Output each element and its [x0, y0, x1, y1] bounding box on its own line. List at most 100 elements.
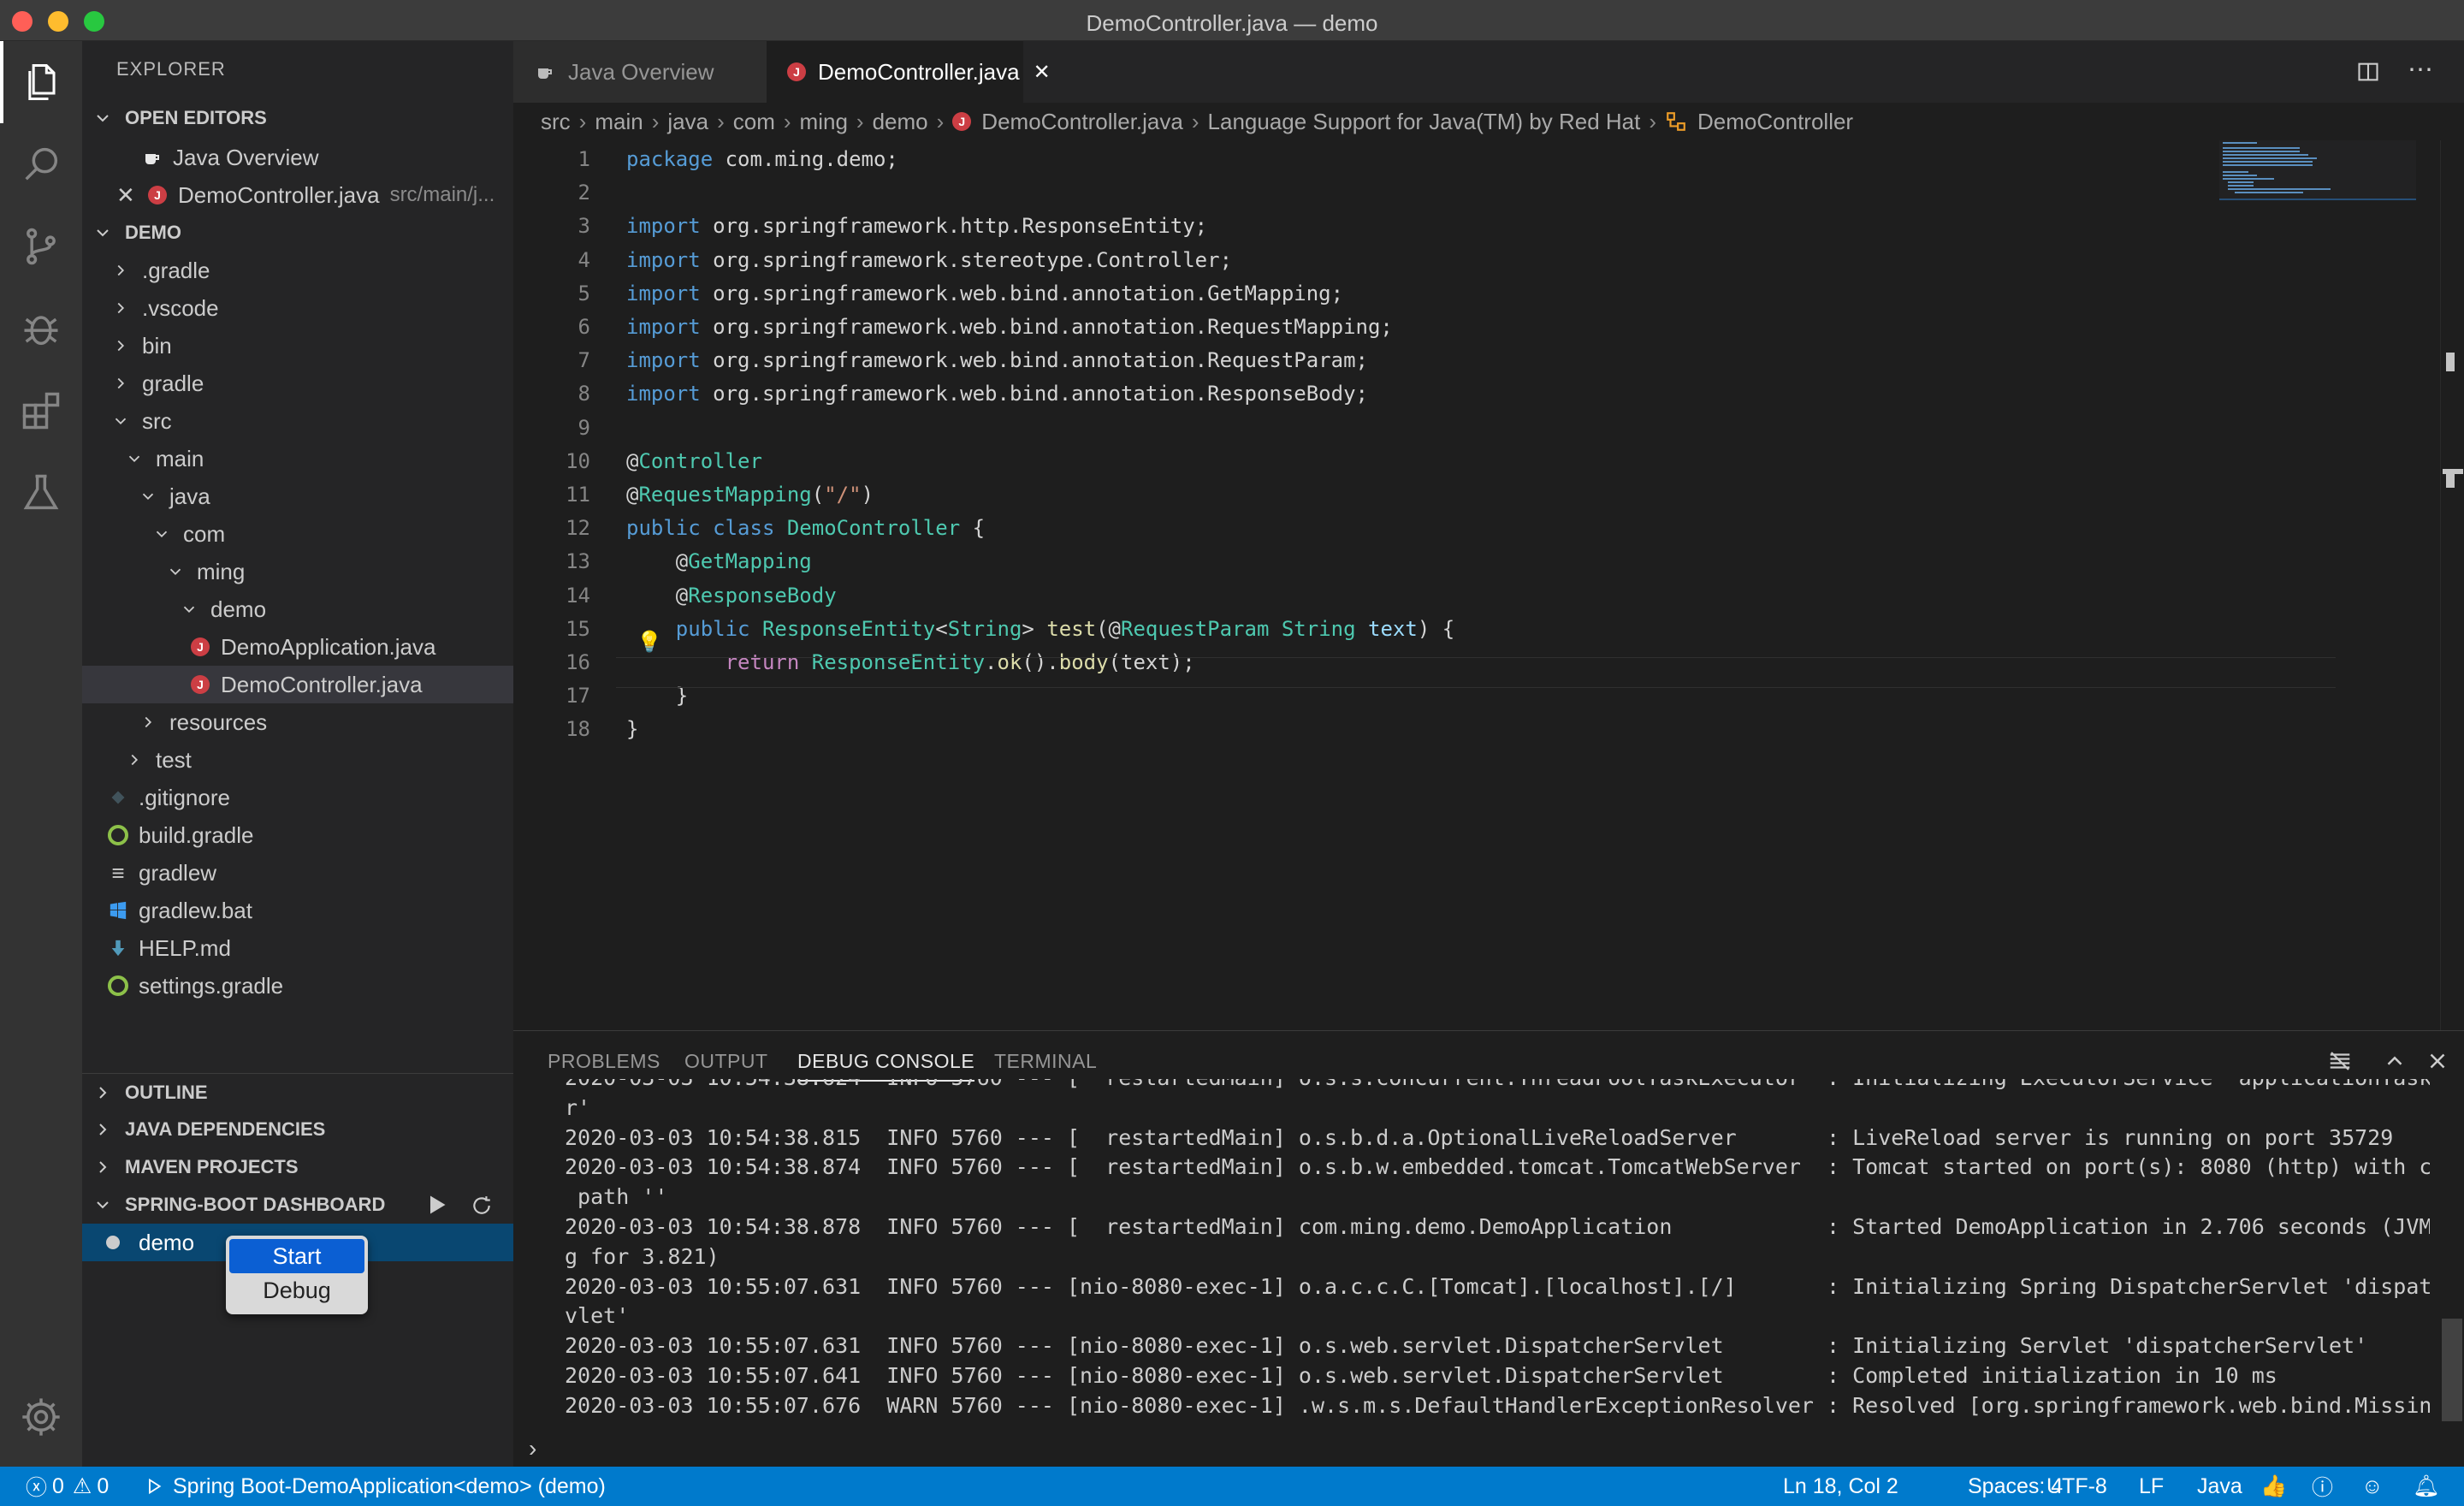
code-line[interactable]: @GetMapping [626, 549, 812, 573]
code-token: ResponseBody [688, 583, 837, 608]
spring-boot-dashboard-section[interactable]: SPRING-BOOT DASHBOARD [82, 1186, 513, 1224]
more-actions-icon[interactable]: ⋯ [2408, 55, 2433, 85]
tree-label: gradlew [139, 859, 217, 886]
breadcrumb-item[interactable]: Language Support for Java(TM) by Red Hat [1208, 109, 1641, 135]
gradle-file-icon [108, 825, 128, 845]
java-dependencies-section[interactable]: JAVA DEPENDENCIES [82, 1111, 513, 1148]
feedback-smiley-icon[interactable]: ☺ [2361, 1467, 2384, 1506]
code-line[interactable]: @ResponseBody [626, 584, 837, 608]
code-line[interactable]: import org.springframework.web.bind.anno… [626, 282, 1343, 305]
tree-file[interactable]: settings.gradle [82, 967, 513, 1005]
tree-file[interactable]: .gitignore [82, 779, 513, 816]
lightbulb-icon[interactable]: 💡 [637, 630, 662, 655]
search-icon[interactable] [0, 123, 82, 205]
breadcrumb-item[interactable]: demo [873, 109, 928, 135]
breadcrumb-item[interactable]: src [541, 109, 571, 135]
close-icon[interactable]: ✕ [116, 182, 135, 209]
tree-folder[interactable]: .vscode [82, 289, 513, 327]
notifications-bell-icon[interactable]: 🔔︎ [2413, 1467, 2440, 1506]
tree-folder[interactable]: .gradle [82, 252, 513, 289]
language-status[interactable]: Java [2197, 1467, 2242, 1506]
play-icon[interactable] [424, 1193, 448, 1217]
tree-folder[interactable]: main [82, 440, 513, 477]
editor-scrollbar[interactable] [2440, 140, 2464, 1030]
debug-icon[interactable] [0, 288, 82, 370]
code-line[interactable]: import org.springframework.stereotype.Co… [626, 248, 1232, 272]
eol-status[interactable]: LF [2139, 1467, 2164, 1506]
start-menu-item[interactable]: Start [229, 1239, 364, 1273]
breadcrumb-item[interactable]: java [667, 109, 708, 135]
tab-output[interactable]: OUTPUT [684, 1050, 768, 1073]
code-line[interactable]: public ResponseEntity<String> test(@Requ… [626, 617, 1454, 641]
source-control-icon[interactable] [0, 205, 82, 288]
maven-projects-section[interactable]: MAVEN PROJECTS [82, 1148, 513, 1186]
breadcrumb-item[interactable]: ming [800, 109, 848, 135]
tree-folder[interactable]: demo [82, 590, 513, 628]
tree-label: bin [142, 332, 172, 359]
info-icon[interactable]: ⓘ [2312, 1467, 2333, 1506]
clear-console-icon[interactable] [2327, 1048, 2353, 1074]
minimap[interactable] [2219, 140, 2416, 311]
code-editor[interactable]: 1 2 3 4 5 6 7 8 9 10 11 12 13 14 15 16 17 18 package com.… [513, 140, 2464, 1030]
breadcrumb-item[interactable]: main [595, 109, 643, 135]
tree-folder[interactable]: test [82, 741, 513, 779]
tree-file[interactable]: J DemoApplication.java [82, 628, 513, 666]
thumbs-up-icon[interactable]: 👍 [2260, 1467, 2287, 1506]
debug-menu-item[interactable]: Debug [229, 1273, 364, 1307]
explorer-icon[interactable] [0, 41, 82, 123]
code-line[interactable]: import org.springframework.web.bind.anno… [626, 348, 1368, 372]
tab-democontroller[interactable]: J DemoController.java ✕ [767, 41, 1051, 103]
tree-file-selected[interactable]: J DemoController.java [82, 666, 513, 703]
tree-folder[interactable]: gradle [82, 365, 513, 402]
open-editor-name: Java Overview [173, 144, 319, 170]
breadcrumb-item[interactable]: com [733, 109, 775, 135]
tree-folder[interactable]: src [82, 402, 513, 440]
open-editor-item[interactable]: Java Overview [82, 139, 513, 176]
outline-section[interactable]: OUTLINE [82, 1073, 513, 1111]
open-editor-item[interactable]: ✕ J DemoController.java src/main/j... [82, 176, 513, 214]
console-prompt[interactable]: › [529, 1435, 536, 1462]
tab-terminal[interactable]: TERMINAL [994, 1050, 1097, 1073]
code-line[interactable]: @Controller [626, 449, 762, 473]
tab-java-overview[interactable]: Java Overview [513, 41, 767, 103]
tree-folder[interactable]: java [82, 477, 513, 515]
extensions-icon[interactable] [0, 370, 82, 452]
split-editor-icon[interactable] [2356, 60, 2380, 84]
console-scrollbar[interactable] [2440, 1079, 2464, 1425]
tree-folder[interactable]: bin [82, 327, 513, 365]
breadcrumb-item[interactable]: DemoController.java [981, 109, 1183, 135]
tree-folder[interactable]: ming [82, 553, 513, 590]
tree-file[interactable]: ≡ gradlew [82, 854, 513, 892]
tab-debug-console[interactable]: DEBUG CONSOLE [797, 1050, 975, 1082]
breadcrumb-item[interactable]: DemoController [1697, 109, 1853, 135]
cursor-position[interactable]: Ln 18, Col 2 [1783, 1467, 1898, 1506]
tree-folder[interactable]: com [82, 515, 513, 553]
project-header[interactable]: DEMO [82, 214, 513, 252]
test-flask-icon[interactable] [0, 452, 82, 534]
gear-icon[interactable] [0, 1376, 82, 1458]
tree-label: main [156, 445, 204, 471]
code-token: org.springframework.web.bind.annotation.… [713, 281, 1344, 305]
code-line[interactable]: package com.ming.demo; [626, 147, 898, 171]
code-line[interactable]: @RequestMapping("/") [626, 483, 874, 507]
code-line[interactable]: public class DemoController { [626, 516, 985, 540]
tab-problems[interactable]: PROBLEMS [548, 1050, 660, 1073]
encoding-status[interactable]: UTF-8 [2046, 1467, 2107, 1506]
code-line[interactable]: import org.springframework.web.bind.anno… [626, 315, 1393, 339]
open-editors-header[interactable]: OPEN EDITORS [82, 99, 513, 137]
code-line[interactable]: import org.springframework.http.Response… [626, 214, 1207, 238]
tree-folder[interactable]: resources [82, 703, 513, 741]
problems-status[interactable]: ⓧ 0 ⚠ 0 [26, 1467, 109, 1506]
refresh-icon[interactable] [471, 1195, 493, 1217]
tree-file[interactable]: build.gradle [82, 816, 513, 854]
code-line[interactable]: import org.springframework.web.bind.anno… [626, 382, 1368, 406]
close-panel-icon[interactable] [2425, 1048, 2450, 1074]
code-line[interactable]: } [626, 717, 638, 741]
chevron-up-icon[interactable] [2382, 1048, 2408, 1074]
code-token: org.springframework.web.bind.annotation.… [713, 382, 1368, 406]
tree-file[interactable]: HELP.md [82, 929, 513, 967]
close-icon[interactable]: ✕ [1034, 60, 1051, 85]
tree-file[interactable]: gradlew.bat [82, 892, 513, 929]
launch-config-status[interactable]: Spring Boot-DemoApplication<demo> (demo) [145, 1467, 606, 1506]
